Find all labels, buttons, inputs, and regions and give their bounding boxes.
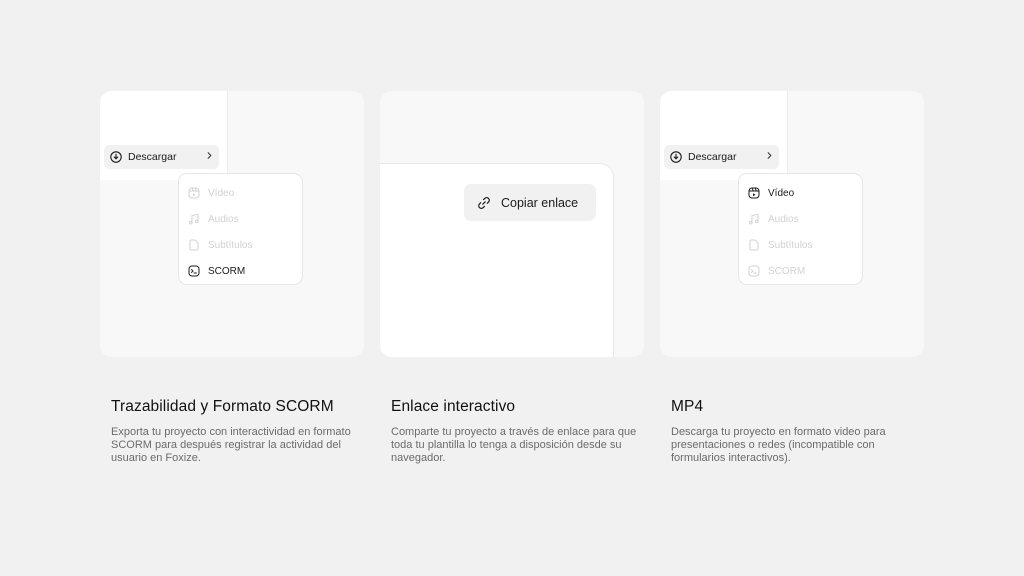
menu-item-label: SCORM xyxy=(208,265,246,277)
menu-item-scorm[interactable]: SCORM xyxy=(179,258,302,284)
copy-link-button[interactable]: Copiar enlace xyxy=(464,184,596,221)
link-title: Enlace interactivo xyxy=(391,398,516,415)
menu-item-subtitles[interactable]: Subtítulos xyxy=(179,232,302,258)
menu-item-subtitles[interactable]: Subtítulos xyxy=(739,232,862,258)
link-preview-card: Copiar enlace xyxy=(380,91,644,357)
download-button[interactable]: Descargar xyxy=(664,145,779,169)
link-description: Comparte tu proyecto a través de enlace … xyxy=(391,426,637,464)
menu-item-video[interactable]: Vídeo xyxy=(179,180,302,206)
menu-item-video[interactable]: Vídeo xyxy=(739,180,862,206)
mp4-caption: MP4 Descarga tu proyecto en formato vide… xyxy=(671,398,921,465)
menu-item-audios[interactable]: Audios xyxy=(739,206,862,232)
download-button[interactable]: Descargar xyxy=(104,145,219,169)
mp4-title: MP4 xyxy=(671,398,704,415)
chevron-right-icon xyxy=(205,151,219,163)
mp4-preview-card: Descargar Vídeo Audios Subtítulos SCORM xyxy=(660,91,924,357)
download-submenu: Vídeo Audios Subtítulos SCORM xyxy=(178,173,303,285)
menu-item-label: Subtítulos xyxy=(208,239,253,251)
scorm-icon xyxy=(748,265,760,277)
scorm-title: Trazabilidad y Formato SCORM xyxy=(111,398,334,415)
menu-item-label: Audios xyxy=(768,213,799,225)
music-note-icon xyxy=(748,213,760,225)
scorm-preview-card: Descargar Vídeo Audios Subtítulos SCORM xyxy=(100,91,364,357)
download-label: Descargar xyxy=(688,151,737,163)
scorm-icon xyxy=(188,265,200,277)
link-icon xyxy=(476,195,492,211)
video-icon xyxy=(188,187,200,199)
menu-item-label: Audios xyxy=(208,213,239,225)
menu-item-label: SCORM xyxy=(768,265,806,277)
menu-item-label: Vídeo xyxy=(208,187,235,199)
subtitles-icon xyxy=(188,239,200,251)
menu-item-label: Subtítulos xyxy=(768,239,813,251)
mp4-description: Descarga tu proyecto en formato video pa… xyxy=(671,426,886,464)
download-submenu: Vídeo Audios Subtítulos SCORM xyxy=(738,173,863,285)
chevron-right-icon xyxy=(765,151,779,163)
music-note-icon xyxy=(188,213,200,225)
menu-item-scorm[interactable]: SCORM xyxy=(739,258,862,284)
link-caption: Enlace interactivo Comparte tu proyecto … xyxy=(391,398,641,465)
scorm-caption: Trazabilidad y Formato SCORM Exporta tu … xyxy=(111,398,361,465)
copy-link-label: Copiar enlace xyxy=(501,195,579,210)
download-icon xyxy=(110,151,122,163)
subtitles-icon xyxy=(748,239,760,251)
menu-item-audios[interactable]: Audios xyxy=(179,206,302,232)
scorm-description: Exporta tu proyecto con interactividad e… xyxy=(111,426,351,464)
menu-item-label: Vídeo xyxy=(768,187,795,199)
download-label: Descargar xyxy=(128,151,177,163)
video-icon xyxy=(748,187,760,199)
download-icon xyxy=(670,151,682,163)
